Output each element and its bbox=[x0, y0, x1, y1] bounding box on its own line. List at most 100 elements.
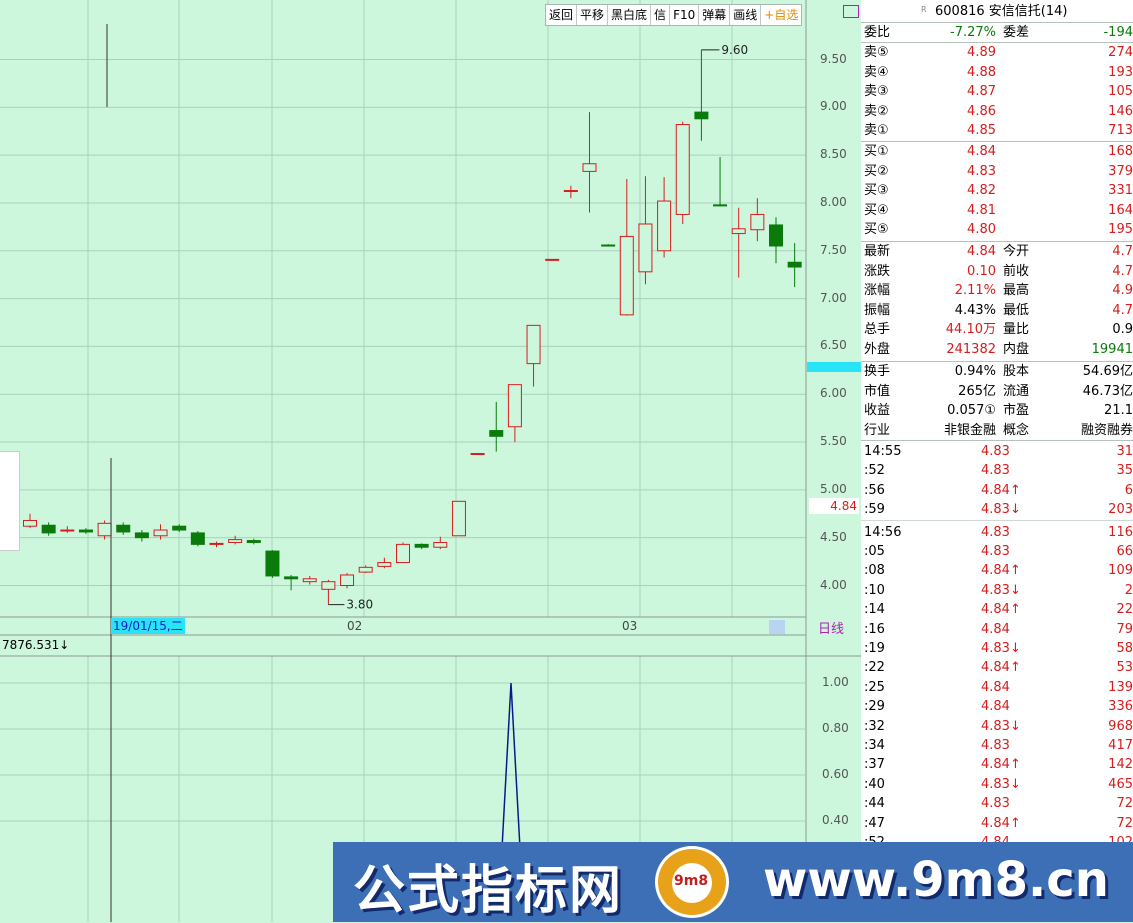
trade-time: :10 bbox=[864, 582, 885, 598]
info-button[interactable]: 信 bbox=[651, 5, 671, 25]
trade-volume: 116 bbox=[1108, 524, 1133, 540]
trade-time: :32 bbox=[864, 718, 885, 734]
candle bbox=[340, 573, 355, 589]
stat-value: 2.11% bbox=[954, 283, 996, 298]
candle-body bbox=[563, 190, 578, 193]
price-tick: 5.00 bbox=[820, 481, 847, 496]
trade-time: :52 bbox=[864, 463, 885, 479]
candle bbox=[377, 557, 392, 569]
candle bbox=[526, 324, 541, 387]
candle-body bbox=[470, 453, 485, 456]
weicha-label: 委差 bbox=[1003, 25, 1030, 40]
ask-price: 4.86 bbox=[967, 103, 996, 119]
candle-body bbox=[694, 111, 709, 120]
candle-body bbox=[340, 574, 355, 586]
window-icon[interactable] bbox=[843, 5, 859, 18]
ask-label: 卖⑤ bbox=[864, 45, 889, 60]
candle bbox=[302, 575, 317, 585]
candle-body bbox=[396, 543, 410, 564]
stat-value: 0.057① bbox=[947, 403, 996, 418]
stat-label: 内盘 bbox=[1003, 341, 1030, 357]
candle-body bbox=[321, 581, 336, 590]
trade-time: :44 bbox=[864, 796, 885, 812]
ask-volume: 713 bbox=[1108, 123, 1133, 138]
stat-value: 4.84 bbox=[967, 244, 996, 259]
candle bbox=[638, 176, 653, 285]
f10-button[interactable]: F10 bbox=[670, 5, 700, 25]
trade-time: :37 bbox=[864, 757, 885, 773]
candle-body bbox=[433, 541, 448, 548]
trade-volume: 2 bbox=[1124, 582, 1133, 598]
trade-price: 4.83 bbox=[981, 524, 1010, 540]
bid-price: 4.82 bbox=[967, 183, 996, 198]
candle bbox=[23, 513, 37, 529]
trade-volume: 53 bbox=[1116, 660, 1133, 676]
trade-price: 4.84↑ bbox=[981, 660, 1021, 676]
indicator-tick: 1.00 bbox=[822, 675, 849, 689]
stat-value: 4.7 bbox=[1112, 302, 1133, 318]
stat-label: 涨幅 bbox=[864, 283, 891, 298]
trade-time: :29 bbox=[864, 699, 885, 715]
trade-time: :19 bbox=[864, 641, 885, 656]
trade-time: :25 bbox=[864, 679, 885, 695]
stock-title: 600816 安信信托(14) bbox=[935, 2, 1067, 21]
stat-label: 涨跌 bbox=[864, 263, 891, 279]
candle bbox=[246, 538, 261, 545]
stat-value: 0.9 bbox=[1112, 322, 1133, 337]
stat-label: 量比 bbox=[1003, 322, 1030, 337]
candle bbox=[209, 541, 224, 548]
candle-body bbox=[545, 258, 560, 261]
trade-price: 4.84 bbox=[981, 621, 1010, 637]
indicator-tick: 0.40 bbox=[822, 813, 849, 827]
draw-line-button[interactable]: 画线 bbox=[730, 5, 762, 25]
candle bbox=[750, 198, 765, 242]
trade-time: :40 bbox=[864, 776, 885, 792]
stat-label: 振幅 bbox=[864, 302, 891, 318]
pan-button[interactable]: 平移 bbox=[577, 5, 609, 25]
ask-volume: 193 bbox=[1108, 64, 1133, 80]
candle-body bbox=[284, 576, 299, 580]
candle bbox=[228, 535, 243, 545]
stat-value: 265亿 bbox=[958, 383, 996, 399]
stat-label: 换手 bbox=[864, 364, 891, 379]
stat-label: 市盈 bbox=[1003, 403, 1030, 418]
trade-volume: 139 bbox=[1108, 679, 1133, 695]
candle-body bbox=[582, 163, 597, 172]
danmaku-button[interactable]: 弹幕 bbox=[699, 5, 731, 25]
candle bbox=[433, 536, 448, 550]
stat-label: 最低 bbox=[1003, 302, 1030, 318]
trade-price: 4.83↓ bbox=[981, 582, 1021, 598]
stat-value: 21.1 bbox=[1104, 403, 1133, 418]
ask-label: 卖③ bbox=[864, 84, 889, 99]
ask-volume: 274 bbox=[1108, 45, 1133, 60]
trade-time: :22 bbox=[864, 660, 885, 676]
weicha-value: -194 bbox=[1103, 25, 1133, 40]
stat-value: 4.43% bbox=[954, 302, 996, 318]
ask-label: 卖④ bbox=[864, 64, 889, 80]
candle bbox=[414, 543, 429, 550]
trade-price: 4.84 bbox=[981, 679, 1010, 695]
kline-chart[interactable]: 9.60 3.80 bbox=[0, 0, 861, 922]
scroll-indicator[interactable] bbox=[769, 620, 785, 634]
current-price-tag: 4.84 bbox=[809, 498, 859, 514]
candle bbox=[582, 112, 597, 213]
watermark-banner: 公式指标网 9m8 www.9m8.cn bbox=[333, 842, 1133, 922]
back-button[interactable]: 返回 bbox=[546, 5, 578, 25]
stat-label: 最新 bbox=[864, 244, 891, 259]
trade-price: 4.84↑ bbox=[981, 602, 1021, 618]
bw-background-button[interactable]: 黑白底 bbox=[608, 5, 652, 25]
candle bbox=[134, 530, 149, 542]
period-label[interactable]: 日线 bbox=[818, 618, 844, 637]
candle bbox=[619, 179, 634, 316]
trade-price: 4.83↓ bbox=[981, 502, 1021, 518]
candle bbox=[60, 526, 75, 533]
candle bbox=[731, 207, 746, 278]
add-favorite-button[interactable]: 自选 bbox=[761, 5, 801, 25]
candle-body bbox=[265, 550, 280, 577]
chart-toolbar: 返回 平移 黑白底 信 F10 弹幕 画线 自选 bbox=[545, 4, 803, 26]
trade-volume: 79 bbox=[1116, 621, 1133, 637]
stat-label: 流通 bbox=[1003, 383, 1030, 399]
candle-body bbox=[134, 532, 149, 539]
ask-volume: 105 bbox=[1108, 84, 1133, 99]
trade-price: 4.83 bbox=[981, 544, 1010, 559]
